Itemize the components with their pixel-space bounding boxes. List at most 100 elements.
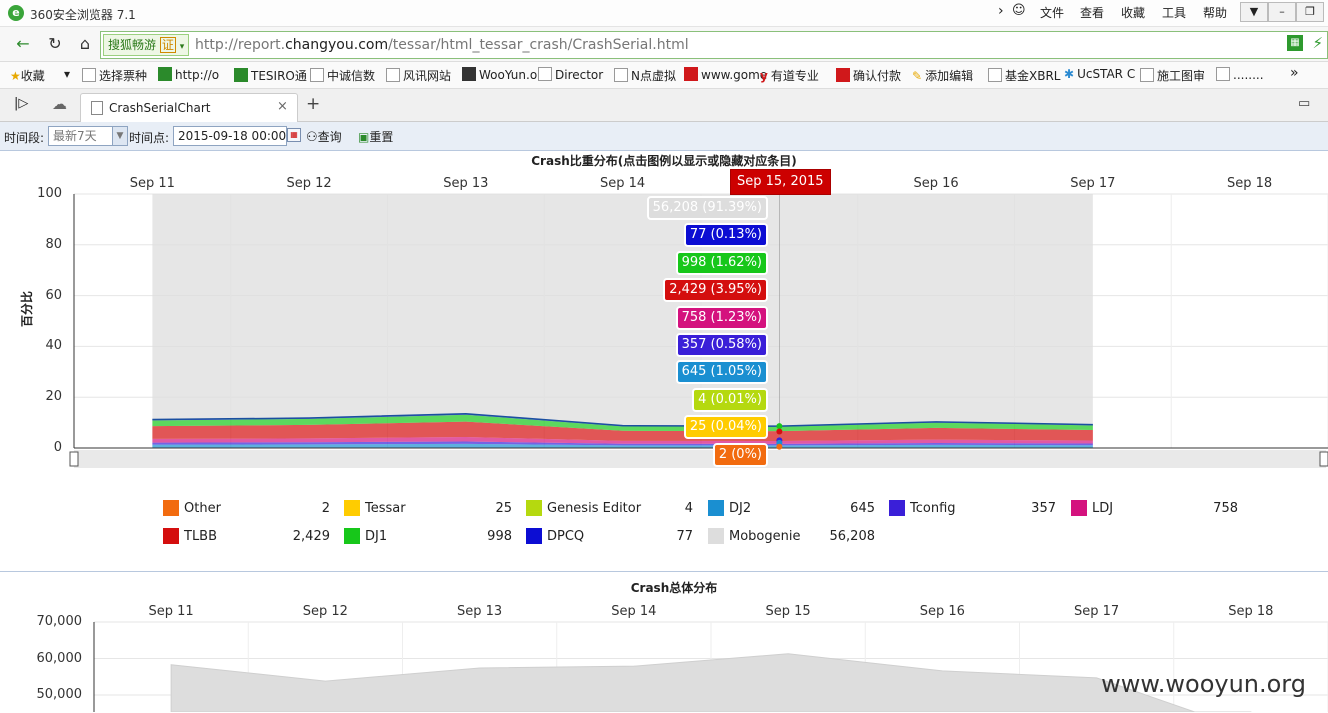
legend-value: 357 [1031,501,1056,516]
back-arrow-icon[interactable]: ← [12,33,34,55]
payment-icon [836,68,850,82]
legend-label: Genesis Editor [547,501,642,516]
browser-title-bar: e 360安全浏览器 7.1 › ☺ 文件 查看 收藏 工具 帮助 ▼ – ❐ [0,0,1328,27]
bookmark-item[interactable]: ✱ UcSTAR C [1064,67,1135,81]
chart1-tooltip: 4 (0.01%) [692,387,768,412]
chevron-down-icon[interactable]: ▾ [64,67,70,81]
bookmark-item[interactable]: 施工图审 [1140,67,1205,84]
legend-value: 998 [487,529,512,544]
legend-value: 2 [321,501,330,516]
bookmark-item[interactable]: http://o [158,67,219,82]
cloud-icon[interactable]: ☁ [52,95,67,113]
calendar-icon[interactable]: ▦ [287,128,301,142]
chevron-right-icon[interactable]: › [998,3,1004,19]
search-engine-selector[interactable]: 搜狐畅游 证 ▾ [103,34,190,56]
bookmark-label: N点虚拟 [631,69,676,83]
star-icon: ★ [10,69,21,83]
legend-item-dj1[interactable]: DJ1 998 [344,528,512,546]
bookmark-item[interactable]: www.gome [684,67,767,82]
more-bookmarks-icon[interactable]: » [1290,65,1299,81]
menu-view[interactable]: 查看 [1080,4,1104,21]
bookmark-item[interactable]: ........ [1216,67,1264,82]
chart1-tooltip: 645 (1.05%) [675,360,768,385]
page-icon [1216,67,1230,81]
period-select[interactable]: 最新7天 ▼ [48,126,128,146]
user-icon[interactable]: ☺ [1012,3,1026,18]
new-tab-button[interactable]: + [306,94,320,114]
legend-item-genesis-editor[interactable]: Genesis Editor 4 [526,500,693,518]
tab-title: CrashSerialChart [109,101,211,115]
menu-help[interactable]: 帮助 [1203,4,1227,21]
bookmark-label: 风讯网站 [403,69,452,83]
lightning-icon[interactable]: ⚡ [1312,34,1323,52]
sidebar-toggle-icon[interactable]: |▷ [14,96,28,111]
address-bar[interactable]: 搜狐畅游 证 ▾ http://report.changyou.com/tess… [100,31,1328,59]
bookmark-item[interactable]: Director [538,67,603,82]
legend-item-dj2[interactable]: DJ2 645 [708,500,875,518]
url-scheme: http://report. [195,37,286,53]
legend-swatch [526,500,542,516]
legend-item-mobogenie[interactable]: Mobogenie 56,208 [708,528,875,546]
reset-button[interactable]: ▣重置 [358,128,393,145]
bookmark-item[interactable]: ✎ 添加编辑 [912,67,973,84]
tab-crash-serial-chart[interactable]: CrashSerialChart × [80,93,298,122]
maximize-button[interactable]: ❐ [1296,2,1324,22]
bookmark-item[interactable]: 基金XBRL [988,67,1060,84]
chevron-down-icon: ▼ [112,127,127,145]
bookmark-label: 基金XBRL [1005,69,1061,83]
bookmark-label: WooYun.o [479,68,538,82]
minimize-button[interactable]: – [1268,2,1296,22]
bookmark-item[interactable]: 确认付款 [836,67,901,84]
chart1-scrollbar-right-handle [1319,451,1328,467]
qr-code-icon[interactable]: ▦ [1287,35,1303,51]
page-icon [1140,68,1154,82]
chart1-tooltip: 56,208 (91.39%) [646,196,768,220]
bookmark-item[interactable]: TESIRO通 [234,67,307,84]
reset-label: 重置 [369,130,394,144]
skin-icon[interactable]: ▼ [1240,2,1268,22]
point-date-input[interactable]: 2015-09-18 00:00:00 [173,126,287,146]
youdao-icon: y [760,69,768,83]
legend-item-other[interactable]: Other 2 [163,500,330,518]
url-domain: changyou.com [285,37,389,53]
menu-file[interactable]: 文件 [1040,4,1064,21]
tab-list-icon[interactable]: ▭ [1298,96,1310,111]
bookmark-label: 确认付款 [853,69,902,83]
bookmark-item[interactable]: 选择票种 [82,67,147,84]
menu-tools[interactable]: 工具 [1162,4,1186,21]
legend-value: 2,429 [292,529,330,544]
bookmark-item[interactable]: 中诚信数 [310,67,375,84]
bookmark-item[interactable]: 风讯网站 [386,67,451,84]
chevron-down-icon: ▾ [179,42,185,52]
legend-label: DPCQ [547,529,585,544]
page-icon [386,68,400,82]
legend-label: DJ1 [365,529,388,544]
legend-item-tlbb[interactable]: TLBB 2,429 [163,528,330,546]
chart2-title: Crash总体分布 [630,581,718,595]
page-icon [91,101,103,115]
bookmark-item[interactable]: y 有道专业 [760,67,819,84]
bookmark-item[interactable]: WooYun.o [462,67,537,82]
bookmark-item[interactable]: N点虚拟 [614,67,676,84]
page-icon [538,67,552,81]
query-button[interactable]: ⚇查询 [306,128,342,145]
refresh-icon[interactable]: ↻ [44,33,66,55]
legend-item-ldj[interactable]: LDJ 758 [1071,500,1238,518]
chart1-tooltip: 2,429 (3.95%) [663,278,768,303]
legend-swatch [526,528,542,544]
close-icon[interactable]: × [277,99,288,114]
period-label: 时间段: [4,131,45,145]
legend-item-tessar[interactable]: Tessar 25 [344,500,512,518]
url-text[interactable]: http://report.changyou.com/tessar/html_t… [195,37,689,53]
bookmark-label: UcSTAR C [1077,67,1136,81]
chart1-tooltip: 998 (1.62%) [675,250,768,275]
cert-badge: 证 [159,37,176,53]
legend-swatch [344,528,360,544]
legend-value: 758 [1213,501,1238,516]
home-icon[interactable]: ⌂ [74,33,96,55]
favorites-button[interactable]: ★收藏 [10,67,45,84]
menu-favorites[interactable]: 收藏 [1121,4,1145,21]
legend-item-tconfig[interactable]: Tconfig 357 [889,500,1056,518]
bookmark-label: 添加编辑 [925,69,974,83]
legend-item-dpcq[interactable]: DPCQ 77 [526,528,693,546]
